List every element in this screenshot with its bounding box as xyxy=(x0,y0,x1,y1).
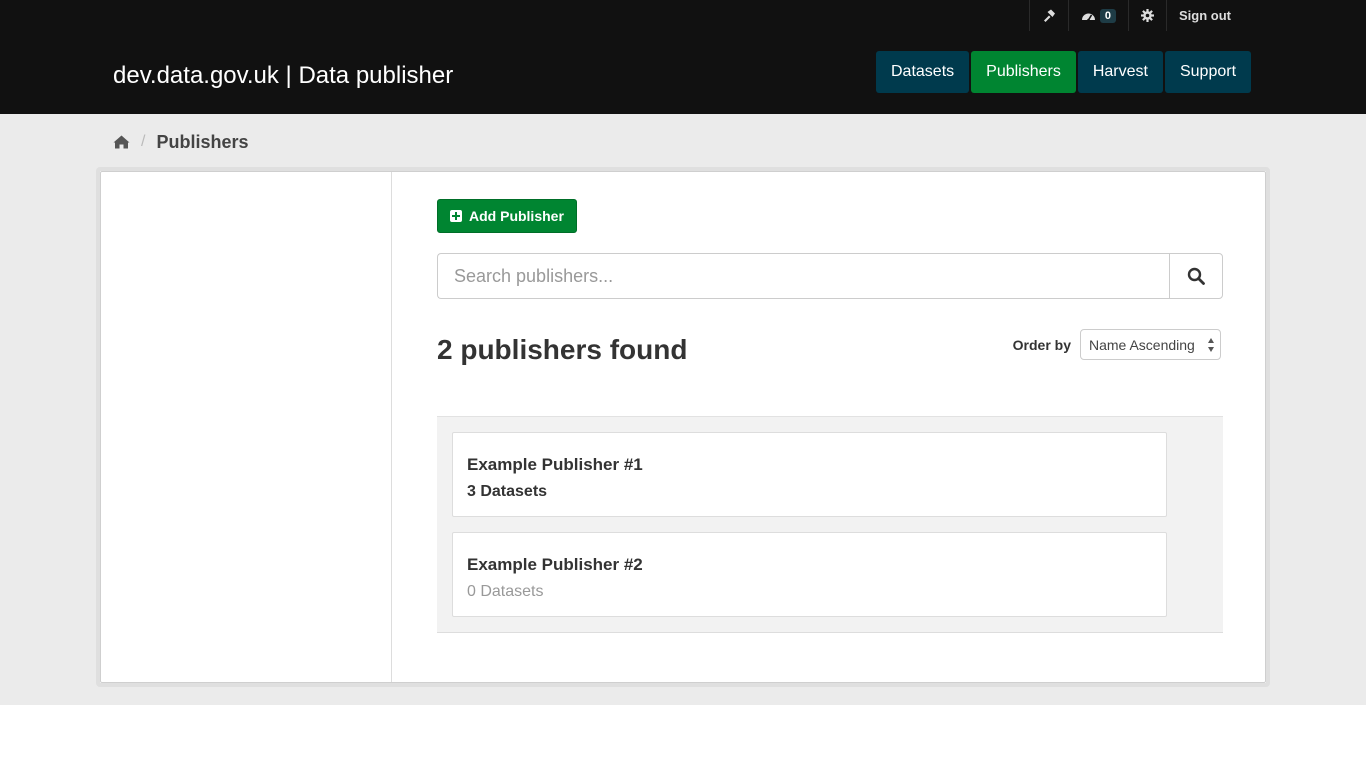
nav-datasets[interactable]: Datasets xyxy=(876,51,970,93)
order-by-selected: Name Ascending xyxy=(1089,336,1195,353)
order-by-control: Order by Name Ascending xyxy=(1013,329,1221,360)
add-publisher-button[interactable]: Add Publisher xyxy=(437,199,577,233)
publisher-dataset-count: 3 Datasets xyxy=(467,483,548,500)
results-count-heading: 2 publishers found xyxy=(437,334,688,365)
account-bar: 0 Sign out xyxy=(1028,0,1243,31)
search-input[interactable] xyxy=(437,253,1169,299)
page-area: / Publishers Add Publisher 2 publishers … xyxy=(0,114,1366,705)
add-publisher-label: Add Publisher xyxy=(469,208,564,224)
sign-out-link[interactable]: Sign out xyxy=(1166,0,1243,31)
nav-publishers[interactable]: Publishers xyxy=(971,51,1076,93)
dashboard-icon xyxy=(1081,13,1095,21)
order-by-select[interactable]: Name Ascending xyxy=(1080,329,1221,360)
site-title[interactable]: dev.data.gov.uk | Data publisher xyxy=(113,62,453,90)
publisher-dataset-count: 0 Datasets xyxy=(467,583,544,600)
nav-support[interactable]: Support xyxy=(1164,51,1252,93)
publisher-item[interactable]: Example Publisher #2 0 Datasets xyxy=(452,532,1167,617)
select-arrows-icon xyxy=(1208,338,1215,352)
breadcrumb-current[interactable]: Publishers xyxy=(156,132,248,153)
nav-harvest[interactable]: Harvest xyxy=(1077,51,1163,93)
publisher-list: Example Publisher #1 3 Datasets Example … xyxy=(437,416,1223,633)
breadcrumb-home-link[interactable] xyxy=(113,135,130,149)
settings-link[interactable] xyxy=(1128,0,1166,31)
hammer-icon xyxy=(1043,9,1055,22)
notification-count-badge: 0 xyxy=(1099,8,1116,23)
home-icon xyxy=(113,135,130,149)
order-by-label: Order by xyxy=(1012,336,1071,353)
masthead: 0 Sign out dev.data.gov.uk | Data publis… xyxy=(0,0,1366,114)
publisher-name: Example Publisher #1 xyxy=(467,455,643,474)
dashboard-link[interactable]: 0 xyxy=(1067,0,1128,31)
breadcrumb-separator: / xyxy=(141,133,146,150)
sysadmin-tools-link[interactable] xyxy=(1028,0,1068,31)
publisher-name: Example Publisher #2 xyxy=(467,555,643,574)
main-nav: Datasets Publishers Harvest Support xyxy=(876,51,1252,93)
content-wrapper: Add Publisher 2 publishers found Order b… xyxy=(96,167,1270,687)
search-icon xyxy=(1187,267,1205,285)
search-button[interactable] xyxy=(1169,253,1223,299)
gear-icon xyxy=(1141,9,1154,22)
secondary-sidebar xyxy=(101,172,392,682)
search-form xyxy=(437,253,1223,299)
publisher-item[interactable]: Example Publisher #1 3 Datasets xyxy=(452,432,1167,517)
breadcrumb: / Publishers xyxy=(113,132,248,152)
plus-square-icon xyxy=(450,210,462,222)
